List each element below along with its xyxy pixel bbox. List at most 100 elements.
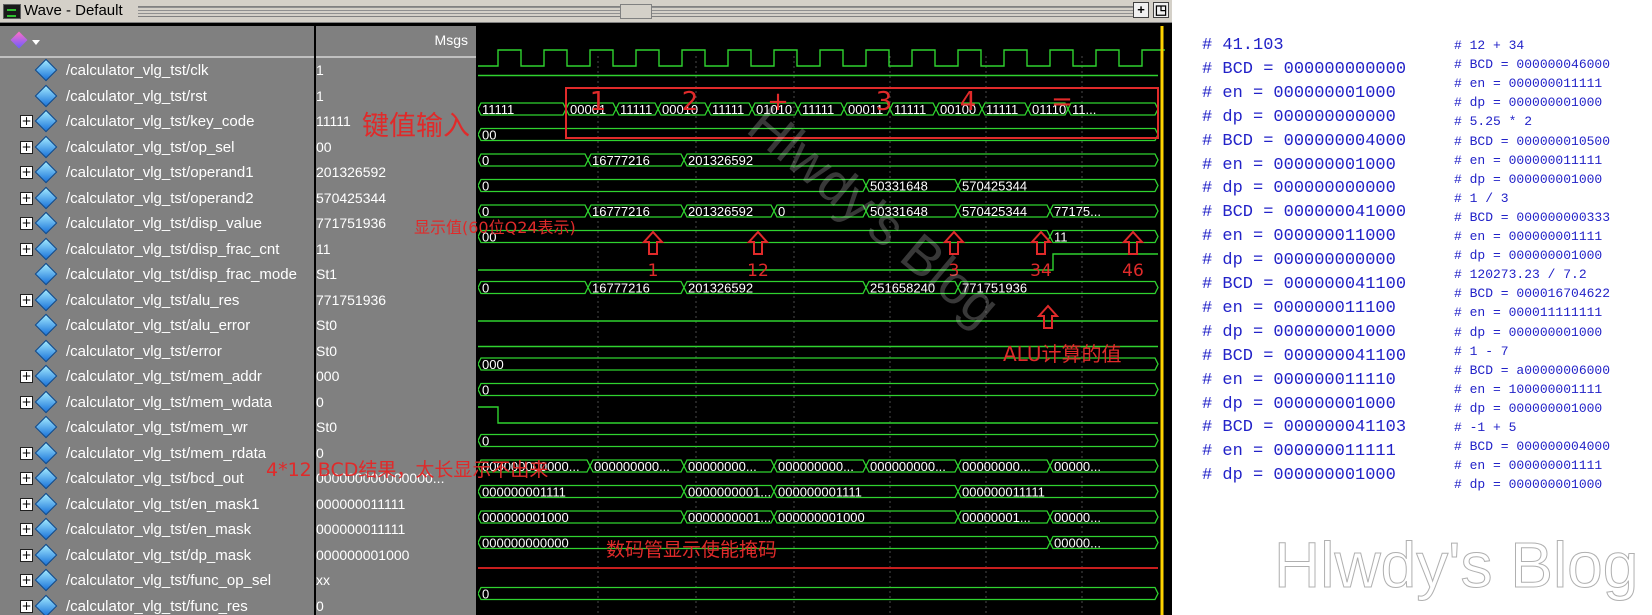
signal-name: /calculator_vlg_tst/clk — [66, 62, 209, 79]
bus-label: 0 — [482, 383, 489, 398]
key-label: = — [1051, 87, 1073, 117]
expand-plus-icon[interactable]: + — [20, 293, 33, 307]
title-grip-handle[interactable] — [620, 4, 652, 19]
value-row[interactable]: 11 — [316, 237, 476, 262]
signal-row[interactable]: /calculator_vlg_tst/error — [0, 339, 314, 364]
value-row[interactable]: xx — [316, 568, 476, 593]
value-row[interactable]: 0 — [316, 390, 476, 415]
signal-row[interactable]: + /calculator_vlg_tst/operand2 — [0, 186, 314, 211]
console-line: # 41.103 — [1202, 36, 1284, 55]
console-line: # 1 / 3 — [1454, 190, 1509, 206]
value-row[interactable]: 000000011111 — [316, 517, 476, 542]
value-row[interactable]: 1 — [316, 58, 476, 83]
value-row[interactable]: 771751936 — [316, 288, 476, 313]
bus-label: 00000... — [1054, 510, 1101, 525]
display-value-annotation: 显示值(60位Q24表示) — [414, 218, 576, 237]
arrow-label: 46 — [1122, 261, 1144, 281]
value-row[interactable]: 0 — [316, 594, 476, 615]
bus-label: 0 — [482, 153, 489, 168]
signal-diamond-icon — [34, 262, 58, 286]
arrow-label: 12 — [747, 261, 769, 281]
signal-row[interactable]: /calculator_vlg_tst/disp_frac_mode — [0, 262, 314, 287]
value-row[interactable]: St0 — [316, 415, 476, 440]
signal-name: /calculator_vlg_tst/func_op_sel — [66, 572, 272, 589]
signal-row[interactable]: + /calculator_vlg_tst/operand1 — [0, 160, 314, 185]
window-titlebar[interactable]: Wave - Default + ◳ — [0, 0, 1172, 23]
value-row[interactable]: St1 — [316, 262, 476, 287]
signal-row[interactable]: /calculator_vlg_tst/alu_error — [0, 313, 314, 338]
signal-diamond-icon — [34, 288, 58, 311]
expand-plus-icon[interactable]: + — [20, 574, 33, 587]
signal-row[interactable]: + /calculator_vlg_tst/dp_mask — [0, 543, 314, 568]
signal-diamond-icon — [34, 109, 58, 133]
signal-row[interactable]: + /calculator_vlg_tst/op_sel — [0, 135, 314, 160]
signal-value: 0 — [316, 597, 324, 614]
value-row[interactable]: St0 — [316, 313, 476, 338]
signal-row[interactable]: + /calculator_vlg_tst/key_code — [0, 109, 314, 134]
expand-plus-icon[interactable]: + — [20, 370, 33, 383]
display-mask-annotation: 数码管显示使能掩码 — [606, 539, 778, 561]
signal-diamond-icon — [34, 390, 58, 413]
expand-plus-icon[interactable]: + — [20, 191, 33, 205]
value-row[interactable]: 000000011111 — [316, 492, 476, 517]
value-row[interactable]: St0 — [316, 339, 476, 364]
signal-name: /calculator_vlg_tst/mem_addr — [66, 368, 262, 385]
bus-label: 11111 — [894, 102, 926, 117]
expand-plus-icon[interactable]: + — [20, 217, 33, 230]
console-line: # BCD = 000000046000 — [1454, 57, 1611, 73]
value-row[interactable]: 201326592 — [316, 160, 476, 185]
mem-wr-trace — [478, 406, 1158, 424]
undock-icon[interactable]: ◳ — [1153, 2, 1169, 18]
waveform-canvas[interactable]: 11111 00001 11111 00010 11111 01010 11111 00011… — [478, 26, 1172, 615]
value-row[interactable]: 000000001000 — [316, 543, 476, 568]
dock-plus-icon[interactable]: + — [1133, 2, 1149, 18]
expand-plus-icon[interactable]: + — [20, 599, 33, 613]
expand-plus-icon[interactable]: + — [20, 446, 33, 460]
console-line: # BCD = 000000041100 — [1202, 346, 1407, 366]
expand-plus-icon[interactable]: + — [20, 523, 33, 536]
signal-row[interactable]: + /calculator_vlg_tst/disp_frac_cnt — [0, 237, 314, 262]
bus-segment — [478, 586, 1159, 601]
signal-name: /calculator_vlg_tst/bcd_out — [66, 470, 244, 487]
signal-value: 201326592 — [316, 164, 387, 180]
bus-label: 570425344 — [962, 179, 1027, 194]
signal-row[interactable]: + /calculator_vlg_tst/func_res — [0, 594, 314, 615]
expand-plus-icon[interactable]: + — [20, 472, 33, 485]
expand-plus-icon[interactable]: + — [20, 115, 33, 128]
waveform-plot[interactable]: 11111 00001 11111 00010 11111 01010 11111 00011… — [478, 26, 1172, 615]
signal-name: /calculator_vlg_tst/en_mask1 — [66, 495, 260, 513]
signal-row[interactable]: /calculator_vlg_tst/clk — [0, 58, 314, 83]
bus-label: 00000000... — [688, 459, 757, 474]
signal-row[interactable]: /calculator_vlg_tst/rst — [0, 84, 314, 109]
wave-tool-icon[interactable] — [10, 31, 40, 49]
signal-value: 000000001000 — [316, 546, 410, 563]
console-line: # BCD = 000000004000 — [1454, 439, 1611, 455]
expand-plus-icon[interactable]: + — [20, 497, 33, 511]
signal-row[interactable]: + /calculator_vlg_tst/en_mask — [0, 517, 314, 542]
bus-label: 0 — [482, 281, 489, 296]
signal-row[interactable]: /calculator_vlg_tst/mem_wr — [0, 415, 314, 440]
signal-row[interactable]: + /calculator_vlg_tst/mem_addr — [0, 364, 314, 389]
bus-label: 0000000001... — [688, 510, 771, 525]
console-line: # dp = 000000001000 — [1454, 324, 1603, 340]
signal-row[interactable]: + /calculator_vlg_tst/disp_value — [0, 211, 314, 236]
signal-name: /calculator_vlg_tst/func_res — [66, 597, 248, 615]
value-row[interactable]: 570425344 — [316, 186, 476, 211]
console-line: # en = 000000011100 — [1202, 298, 1396, 318]
signal-row[interactable]: + /calculator_vlg_tst/mem_wdata — [0, 390, 314, 415]
expand-plus-icon[interactable]: + — [20, 140, 33, 154]
expand-plus-icon[interactable]: + — [20, 242, 33, 256]
up-arrow-icon — [1036, 304, 1060, 329]
signal-value: xx — [316, 572, 330, 588]
signal-diamond-icon — [34, 186, 58, 209]
signal-value: 0 — [316, 393, 324, 410]
bus-label: 201326592 — [688, 204, 753, 219]
expand-plus-icon[interactable]: + — [20, 166, 33, 179]
expand-plus-icon[interactable]: + — [20, 395, 33, 409]
expand-plus-icon[interactable]: + — [20, 548, 33, 562]
wave-window: Wave - Default + ◳ /calculator_vlg_tst/c… — [0, 0, 1172, 615]
signal-row[interactable]: + /calculator_vlg_tst/func_op_sel — [0, 568, 314, 593]
signal-row[interactable]: + /calculator_vlg_tst/en_mask1 — [0, 492, 314, 517]
signal-row[interactable]: + /calculator_vlg_tst/alu_res — [0, 288, 314, 313]
value-row[interactable]: 000 — [316, 364, 476, 389]
